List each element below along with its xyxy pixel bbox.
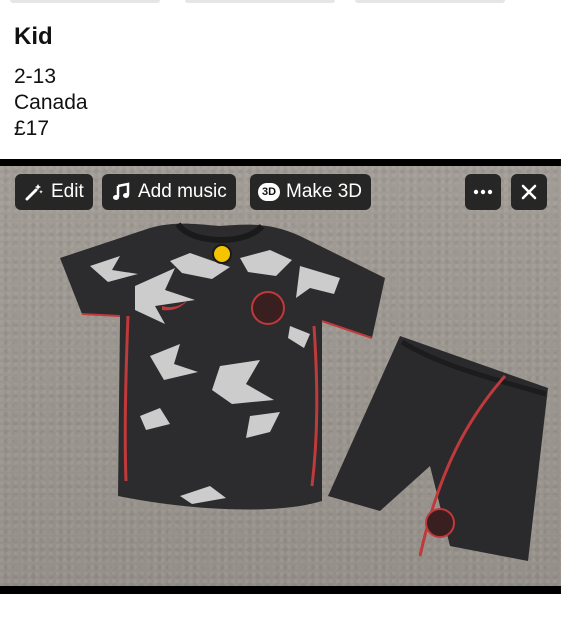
post-text: Kid 2-13 Canada £17 (14, 20, 88, 142)
music-note-icon (110, 181, 132, 203)
kit-photo[interactable]: Edit Add music 3D Make 3D (0, 166, 561, 586)
post-title: Kid (14, 23, 53, 50)
top-strip (0, 0, 561, 6)
bottom-divider (0, 586, 561, 594)
magic-wand-icon (23, 181, 45, 203)
close-icon (521, 184, 537, 200)
post-line-age: 2-13 (14, 65, 57, 88)
3d-badge-icon: 3D (258, 183, 280, 201)
edit-button[interactable]: Edit (15, 174, 93, 210)
more-horizontal-icon (473, 189, 493, 195)
shirt-image (60, 222, 385, 510)
more-options-button[interactable] (465, 174, 501, 210)
divider (0, 159, 561, 166)
edit-label: Edit (51, 181, 84, 202)
shorts-image (328, 336, 548, 561)
make-3d-label: Make 3D (286, 181, 363, 202)
add-music-button[interactable]: Add music (102, 174, 236, 210)
post-line-team: Canada (14, 91, 88, 114)
make-3d-button[interactable]: 3D Make 3D (250, 174, 372, 210)
kit-photo-art (60, 222, 548, 561)
add-music-label: Add music (138, 181, 227, 202)
post-line-price: £17 (14, 117, 50, 140)
close-button[interactable] (511, 174, 547, 210)
